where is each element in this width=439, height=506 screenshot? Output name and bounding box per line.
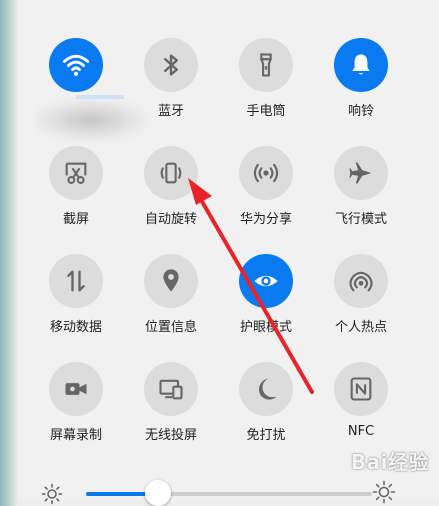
data-arrows-icon	[67, 270, 85, 292]
hotspot-toggle[interactable]	[334, 254, 388, 308]
screenshot-toggle[interactable]	[49, 146, 103, 200]
tile-bluetooth[interactable]: 蓝牙	[119, 38, 219, 146]
tile-autorotate[interactable]: 自动旋转	[119, 146, 219, 254]
autorotate-toggle[interactable]	[144, 146, 198, 200]
tile-label: 位置信息	[144, 320, 197, 335]
ring-toggle[interactable]	[334, 38, 388, 92]
tile-label: 自动旋转	[144, 212, 197, 227]
tile-mobiledata[interactable]: 移动数据	[24, 254, 124, 362]
tile-location[interactable]: 位置信息	[119, 254, 219, 362]
hotspot-icon	[349, 271, 373, 292]
dnd-toggle[interactable]	[239, 362, 293, 416]
nfc-icon	[350, 377, 372, 401]
sun-small-icon	[41, 483, 63, 505]
moon-icon	[259, 378, 277, 400]
eyecare-toggle[interactable]	[239, 254, 293, 308]
location-toggle[interactable]	[144, 254, 198, 308]
bluetooth-icon	[164, 54, 178, 76]
watermark-text: Bai经验	[350, 450, 429, 474]
tile-huaweishare[interactable]: 华为分享	[214, 146, 314, 254]
bluetooth-toggle[interactable]	[144, 38, 198, 92]
tile-label: 蓝牙	[157, 104, 184, 119]
video-camera-icon	[65, 383, 87, 395]
tile-label: 护眼模式	[239, 320, 292, 335]
tile-label: 手电筒	[246, 104, 286, 119]
sun-large-icon	[372, 480, 396, 504]
tile-label: 免打扰	[246, 428, 286, 443]
wirelessprojection-toggle[interactable]	[144, 362, 198, 416]
share-signal-icon	[253, 163, 279, 183]
brightness-slider-thumb[interactable]	[145, 480, 171, 506]
tile-airplane[interactable]: 飞行模式	[309, 146, 409, 254]
tile-label: 飞行模式	[334, 212, 387, 227]
eye-icon	[254, 275, 278, 287]
tile-eyecare[interactable]: 护眼模式	[214, 254, 314, 362]
tile-label: NFC	[347, 424, 375, 439]
screenrecord-toggle[interactable]	[49, 362, 103, 416]
airplane-toggle[interactable]	[334, 146, 388, 200]
scissors-icon	[65, 162, 87, 184]
location-pin-icon	[163, 269, 179, 292]
huaweishare-toggle[interactable]	[239, 146, 293, 200]
nfc-toggle[interactable]	[334, 362, 388, 416]
tile-label: 屏幕录制	[49, 428, 102, 443]
tile-hotspot[interactable]: 个人热点	[309, 254, 409, 362]
tile-label: 响铃	[347, 104, 374, 119]
tile-flashlight[interactable]: 手电筒	[214, 38, 314, 146]
tile-label: 个人热点	[334, 320, 387, 335]
bell-icon	[352, 54, 370, 75]
wifi-toggle[interactable]	[49, 38, 103, 92]
tile-ring[interactable]: 响铃	[309, 38, 409, 146]
cast-screen-icon	[159, 379, 183, 400]
tile-label: 华为分享	[239, 212, 292, 227]
airplane-icon	[349, 162, 372, 184]
tile-screenshot[interactable]: 截屏	[24, 146, 124, 254]
flashlight-toggle[interactable]	[239, 38, 293, 92]
wifi-icon	[62, 54, 90, 76]
flashlight-icon	[260, 53, 272, 77]
tile-label: 无线投屏	[144, 428, 197, 443]
tile-label: 截屏	[62, 212, 89, 227]
tile-wifi[interactable]	[24, 38, 124, 146]
rotate-phone-icon	[160, 162, 182, 184]
mobiledata-toggle[interactable]	[49, 254, 103, 308]
tile-label: 移动数据	[49, 320, 102, 335]
